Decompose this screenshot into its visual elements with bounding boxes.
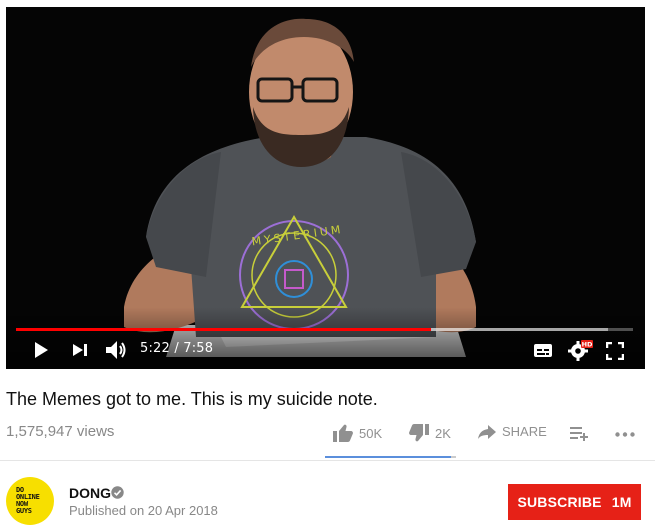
volume-icon <box>106 341 126 359</box>
published-date: Published on 20 Apr 2018 <box>69 503 218 518</box>
hd-badge: HD <box>582 341 593 349</box>
subscribe-label: SUBSCRIBE <box>517 494 602 510</box>
volume-button[interactable] <box>105 340 127 360</box>
subscriber-count: 1M <box>611 494 632 510</box>
add-to-playlist-icon <box>570 427 588 441</box>
progress-played <box>16 328 432 331</box>
verified-icon <box>111 486 124 499</box>
like-button[interactable]: 50K <box>333 424 382 442</box>
video-frame[interactable]: MYSTERIUM <box>6 7 645 369</box>
play-icon <box>35 342 48 358</box>
progress-bar[interactable] <box>16 328 633 331</box>
time-separator: / <box>170 341 184 356</box>
settings-button[interactable]: HD <box>568 338 594 362</box>
thumbs-down-icon <box>409 424 429 442</box>
next-button[interactable] <box>72 343 88 357</box>
dislike-button[interactable]: 2K <box>409 424 451 442</box>
like-count: 50K <box>359 425 383 441</box>
more-actions-button[interactable] <box>615 432 635 437</box>
sentiment-bar-likes <box>325 456 451 458</box>
subscribe-button[interactable]: SUBSCRIBE 1M <box>508 484 641 520</box>
view-count: 1,575,947 views <box>6 423 115 440</box>
time-total: 7:58 <box>183 341 214 356</box>
time-display: 5:22 / 7:58 <box>140 341 213 356</box>
share-icon <box>478 424 496 439</box>
next-icon <box>73 344 87 356</box>
time-current: 5:22 <box>140 341 170 356</box>
more-icon <box>615 432 635 437</box>
settings-icon: HD <box>568 340 593 361</box>
play-button[interactable] <box>32 341 50 359</box>
channel-name[interactable]: DONG <box>69 485 111 501</box>
channel-avatar[interactable]: DO ONLINE NOW GUYS <box>6 477 54 525</box>
subtitles-button[interactable] <box>533 343 553 358</box>
video-title: The Memes got to me. This is my suicide … <box>6 389 378 409</box>
dislike-count: 2K <box>435 425 451 441</box>
share-label: SHARE <box>502 424 547 439</box>
sentiment-bar <box>325 456 456 458</box>
fullscreen-icon <box>606 342 624 360</box>
thumbs-up-icon <box>333 424 353 442</box>
fullscreen-button[interactable] <box>606 342 624 360</box>
add-to-playlist-button[interactable] <box>570 427 588 441</box>
divider <box>0 460 655 461</box>
share-button[interactable]: SHARE <box>478 424 547 439</box>
video-player[interactable]: MYSTERIUM 5:22 / 7:58 HD <box>6 7 645 369</box>
avatar-line: GUYS <box>16 507 32 515</box>
subtitles-icon <box>534 344 552 357</box>
avatar-logo-text: DO ONLINE NOW GUYS <box>16 487 40 515</box>
